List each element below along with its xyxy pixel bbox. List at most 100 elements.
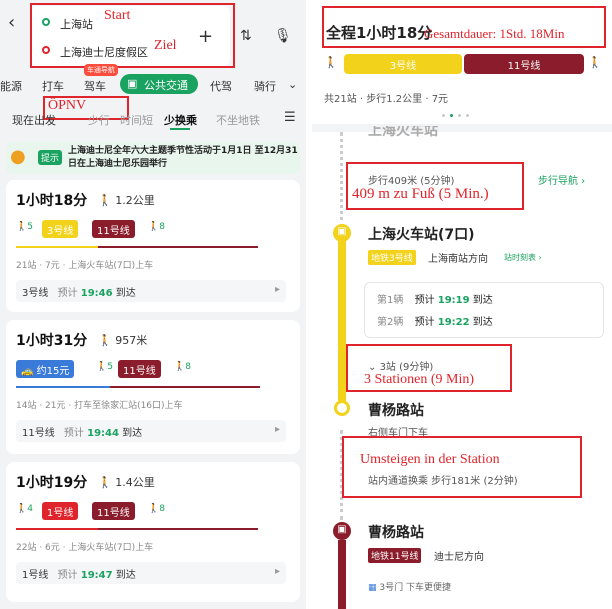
route-card-2[interactable]: 1小时31分 🚶 957米 🚕 约15元 🚶5 11号线 🚶8 14站 · 21… [6,320,300,454]
arrival-post: 到达 [115,288,136,299]
stops-toggle[interactable]: ⌄ 3站 (9分钟) [368,358,433,373]
walk-nav-link[interactable]: 步行导航 › [538,172,585,187]
door-hint: ▦ 3号门 下车更便捷 [368,580,451,593]
chevron-right-icon: ▸ [274,424,280,435]
walk-icon: 🚶 [324,56,338,69]
route-duration: 1小时31分 [16,333,88,349]
segment-line-11: 11号线 [464,54,584,74]
taxi-price: 约15元 [36,366,70,377]
route-card-1[interactable]: 1小时18分 🚶 1.2公里 🚶5 3号线 11号线 🚶8 21站 · 7元 ·… [6,180,300,312]
route-detail-panel: 全程1小时18分 Gesamtdauer: 1Std. 18Min 🚶 3号线 … [312,0,612,609]
line-badge-1: 1号线 [42,502,79,520]
tab-chauffeur[interactable]: 代驾 [210,78,232,94]
destination-field[interactable]: 上海迪士尼度假区 [60,44,148,60]
train-row-1: 第1辆 预计 19:19 到达 [377,291,493,306]
progress-line-3 [16,246,98,248]
walk-icon-b: 🚶8 [148,222,165,232]
walk-distance-value: 1.2公里 [115,194,155,207]
filter-depart-now[interactable]: 现在出发 [12,112,56,128]
origin-dot-icon [42,18,50,26]
filter-shortest[interactable]: 时间短 [120,112,153,128]
tab-public-transport[interactable]: ▣ 公共交通 [120,74,198,94]
walk-distance-value: 957米 [115,334,148,347]
station-dot-icon [334,400,350,416]
walk-min-a: 4 [27,504,33,514]
chevron-right-icon: ▸ [274,284,280,295]
train-times-box[interactable]: 第1辆 预计 19:19 到达 第2辆 预计 19:22 到达 [364,282,604,338]
divider [312,124,612,132]
arrival-row[interactable]: 3号线 预计 19:46 到达 ▸ [16,280,286,302]
coin-icon: ● [10,146,26,167]
dot-active [450,114,453,117]
route-info: 21站 · 7元 · 上海火车站(7口)上车 [16,261,154,271]
arrival-post: 到达 [115,570,136,581]
train-post: 到达 [472,317,493,328]
train-post: 到达 [472,295,493,306]
walk-min-a: 5 [107,362,113,372]
taxi-badge: 🚕 约15元 [16,360,75,378]
origin-field[interactable]: 上海站 [60,16,93,32]
door-hint-text: 3号门 下车更便捷 [379,583,451,593]
annotation-start: Start [104,8,131,23]
tab-public-transport-label: 公共交通 [144,79,188,92]
walk-icon-end: 🚶 [588,56,602,69]
train-label: 第1辆 [377,295,404,306]
walk-distance: 🚶 1.4公里 [98,476,155,489]
dot [442,114,445,117]
filter-underline [170,128,190,130]
route-card-3[interactable]: 1小时19分 🚶 1.4公里 🚶4 1号线 11号线 🚶8 22站 · 6元 ·… [6,462,300,602]
timetable-link[interactable]: 站时刻表 › [504,252,542,263]
nav-badge: 车通导航 [84,64,118,76]
station-title-2: 曹杨路站 [368,403,424,419]
notice-banner[interactable]: ● 提示 上海迪士尼全年六大主题季节性活动于1月1日 至12月31日在上海迪士尼… [6,142,300,174]
arrival-row[interactable]: 1号线 预计 19:47 到达 ▸ [16,562,286,584]
tab-drive[interactable]: 驾车 [84,78,106,94]
walk-icon-b: 🚶8 [148,504,165,514]
walk-path-line [340,132,348,228]
progress-line-11 [98,246,258,248]
bus-icon: ▣ [127,77,138,90]
dot [458,114,461,117]
route-duration: 1小时18分 [16,193,88,209]
filter-fewer-transfers[interactable]: 少换乘 [164,112,197,128]
annotation-walk: 409 m zu Fuß (5 Min.) [352,186,489,202]
station-title-3: 曹杨路站 [368,525,424,541]
summary: 共21站 · 步行1.2公里 · 7元 [324,94,449,105]
direction: 上海南站方向 [428,254,488,265]
arrival-row[interactable]: 11号线 预计 19:44 到达 ▸ [16,420,286,442]
arrival-pre: 预计 [57,570,78,581]
route-info: 22站 · 6元 · 上海火车站(7口)上车 [16,543,154,553]
annotation-stops: 3 Stationen (9 Min) [364,372,475,387]
walk-distance: 🚶 1.2公里 [98,194,155,207]
arrival-line: 11号线 [22,428,55,439]
filter-no-subway[interactable]: 不坐地铁 [216,112,260,128]
total-duration: 全程1小时18分 [326,24,433,42]
swap-icon[interactable]: ⇅ [240,28,252,44]
line-badge-11: 11号线 [118,360,161,378]
arrival-time: 19:44 [87,428,119,439]
progress-line-11 [110,386,260,388]
transfer-text: 站内通道换乘 步行181米 (2分钟) [368,476,518,487]
line-tag-3: 地铁3号线 [368,250,416,265]
voice-icon[interactable]: 🎙 [274,28,292,44]
walk-icon-b: 🚶8 [174,362,191,372]
subway-station-icon-2: ▣ [333,522,351,540]
back-arrow-icon[interactable]: ‹ [8,12,15,33]
tab-bike[interactable]: 骑行 [254,78,276,94]
notice-text: 上海迪士尼全年六大主题季节性活动于1月1日 至12月31日在上海迪士尼乐园举行 [68,146,298,169]
more-chevron-icon[interactable]: ⌄ [288,78,297,91]
train-time: 19:22 [437,317,470,328]
tab-energy[interactable]: 能源 [0,78,22,94]
menu-icon[interactable]: ☰ [284,110,296,125]
walk-min-b: 8 [159,504,165,514]
train-pre: 预计 [414,317,435,328]
line-3-path [338,236,346,406]
add-stop-icon[interactable]: + [198,26,213,47]
page-dots [442,114,482,118]
line-badge-11: 11号线 [92,220,135,238]
tab-taxi[interactable]: 打车 [42,78,64,94]
filter-less-walk[interactable]: 少行 [88,112,110,128]
arrival-line: 1号线 [22,570,49,581]
direction-2: 迪士尼方向 [434,552,484,563]
arrival-time: 19:47 [80,570,113,581]
